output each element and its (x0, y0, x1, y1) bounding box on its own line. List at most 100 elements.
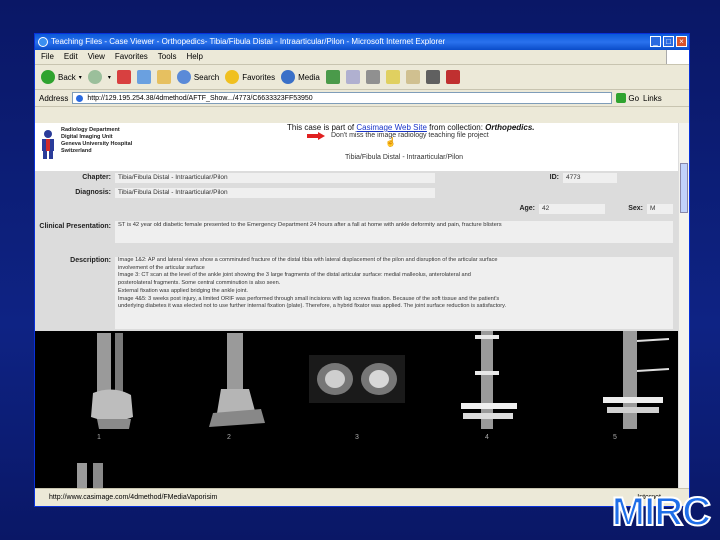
hospital-logo-icon (42, 130, 54, 159)
home-icon[interactable] (156, 70, 171, 84)
title-bar: Teaching Files - Case Viewer - Orthopedi… (35, 34, 689, 50)
description-line: involvement of the articular surface (118, 264, 205, 271)
dept-line: Geneva University Hospital (61, 141, 133, 147)
id-label: ID: (549, 174, 559, 181)
back-button[interactable]: Back ▾ (41, 70, 82, 84)
media-icon (281, 70, 296, 84)
address-input[interactable]: http://129.195.254.38/4dmethod/AFTF_Show… (72, 92, 613, 104)
dept-line: Digital Imaging Unit (61, 134, 113, 140)
menu-tools[interactable]: Tools (158, 50, 177, 64)
case-title: Tibia/Fibula Distal - Intraarticular/Pil… (345, 154, 464, 161)
dept-line: Switzerland (61, 148, 92, 154)
description-line: External fixation was applied bridging t… (118, 287, 248, 294)
discuss-icon[interactable] (405, 70, 420, 84)
xray-thumbnail-2[interactable] (199, 333, 269, 429)
print-icon[interactable] (365, 70, 380, 84)
minimize-button[interactable]: _ (650, 36, 661, 47)
menu-view[interactable]: View (88, 50, 105, 64)
description-line: posterolateral fragments. Some central c… (118, 280, 281, 287)
window-title: Teaching Files - Case Viewer - Orthopedi… (51, 37, 446, 46)
favorites-label: Favorites (242, 72, 276, 82)
id-value: 4773 (563, 173, 617, 183)
hand-cursor-icon: ☝ (385, 137, 397, 147)
search-button[interactable]: Search (176, 70, 220, 84)
case-mid: from collection: (426, 123, 486, 132)
history-icon[interactable] (325, 70, 340, 84)
dept-line: Radiology Department (61, 127, 120, 133)
casimage-link[interactable]: Casimage Web Site (356, 123, 427, 132)
image-strip: 1 2 3 4 5 (35, 331, 681, 490)
go-button[interactable]: Go (616, 93, 639, 103)
chapter-value: Tibia/Fibula Distal - Intraarticular/Pil… (115, 173, 435, 183)
status-url: http://www.casimage.com/4dmethod/FMediaV… (49, 494, 218, 501)
media-button[interactable]: Media (281, 70, 320, 84)
mail-icon[interactable] (345, 70, 360, 84)
page-content: Radiology Department Digital Imaging Uni… (35, 123, 689, 490)
description-label: Description: (70, 257, 111, 264)
clinical-label: Clinical Presentation: (39, 223, 111, 230)
diagnosis-label: Diagnosis: (75, 189, 111, 196)
back-label: Back (58, 72, 76, 82)
description-value: Image 1&2: AP and lateral views show a c… (115, 257, 673, 329)
go-arrow-icon (616, 93, 627, 103)
xray-thumbnail-5[interactable] (593, 331, 673, 429)
case-prefix: This case is part of (287, 123, 357, 132)
menu-favorites[interactable]: Favorites (115, 50, 148, 64)
windows-flag-icon (666, 50, 689, 64)
window-controls: _ □ × (650, 36, 687, 47)
sex-label: Sex: (628, 205, 643, 212)
close-button[interactable]: × (676, 36, 687, 47)
image-label-1: 1 (97, 434, 101, 441)
favorites-button[interactable]: Favorites (225, 70, 275, 84)
menu-bar: File Edit View Favorites Tools Help (35, 50, 689, 65)
status-bar: http://www.casimage.com/4dmethod/FMediaV… (35, 488, 689, 506)
age-value: 42 (539, 204, 605, 214)
search-icon (176, 70, 191, 84)
media-label: Media (298, 72, 320, 82)
star-icon (225, 70, 240, 84)
case-source-line: This case is part of Casimage Web Site f… (287, 123, 535, 132)
ct-thumbnail-3[interactable] (309, 355, 405, 403)
go-label: Go (628, 93, 640, 103)
description-line: Image 4&5: 3 weeks post injury, a limite… (118, 295, 500, 302)
address-bar: Address http://129.195.254.38/4dmethod/A… (35, 90, 689, 107)
menu-help[interactable]: Help (186, 50, 202, 64)
chapter-label: Chapter: (82, 174, 111, 181)
description-line: underlying diabetes it was elected not t… (118, 303, 507, 310)
maximize-button[interactable]: □ (663, 36, 674, 47)
xray-thumbnail-1[interactable] (83, 333, 143, 429)
address-label: Address (39, 93, 69, 103)
links-button[interactable]: Links (643, 94, 662, 103)
refresh-icon[interactable] (136, 70, 151, 84)
ie-icon (38, 37, 48, 47)
chevron-down-icon[interactable]: ▾ (108, 74, 111, 81)
stop-icon[interactable] (116, 70, 131, 84)
toolbar: Back ▾ ▾ Search Favorites Media (35, 65, 689, 90)
xray-thumbnail-6[interactable] (63, 463, 123, 490)
vertical-scrollbar[interactable] (678, 123, 689, 490)
image-label-5: 5 (613, 434, 617, 441)
research-icon[interactable] (445, 70, 460, 84)
image-label-3: 3 (355, 434, 359, 441)
age-label: Age: (519, 205, 535, 212)
dont-miss-link[interactable]: Don't miss the image radiology teaching … (331, 132, 489, 139)
forward-arrow-icon[interactable] (87, 70, 102, 84)
chevron-down-icon: ▾ (78, 74, 82, 81)
clinical-value: ST is 42 year old diabetic female presen… (115, 221, 673, 243)
search-label: Search (193, 72, 220, 82)
scrollbar-thumb[interactable] (680, 163, 688, 213)
diagnosis-value: Tibia/Fibula Distal - Intraarticular/Pil… (115, 188, 435, 198)
messenger-icon[interactable] (425, 70, 440, 84)
case-details-panel: Chapter: Tibia/Fibula Distal - Intraarti… (35, 171, 681, 331)
description-line: Image 1&2: AP and lateral views show a c… (118, 257, 498, 263)
menu-file[interactable]: File (41, 50, 54, 64)
browser-window: Teaching Files - Case Viewer - Orthopedi… (34, 33, 690, 507)
red-arrow-icon (307, 132, 325, 140)
case-header: Radiology Department Digital Imaging Uni… (35, 123, 681, 171)
sex-value: M (647, 204, 673, 214)
menu-edit[interactable]: Edit (64, 50, 78, 64)
image-label-2: 2 (227, 434, 231, 441)
edit-icon[interactable] (385, 70, 400, 84)
department-block: Radiology Department Digital Imaging Uni… (61, 127, 132, 155)
xray-thumbnail-4[interactable] (453, 331, 523, 429)
